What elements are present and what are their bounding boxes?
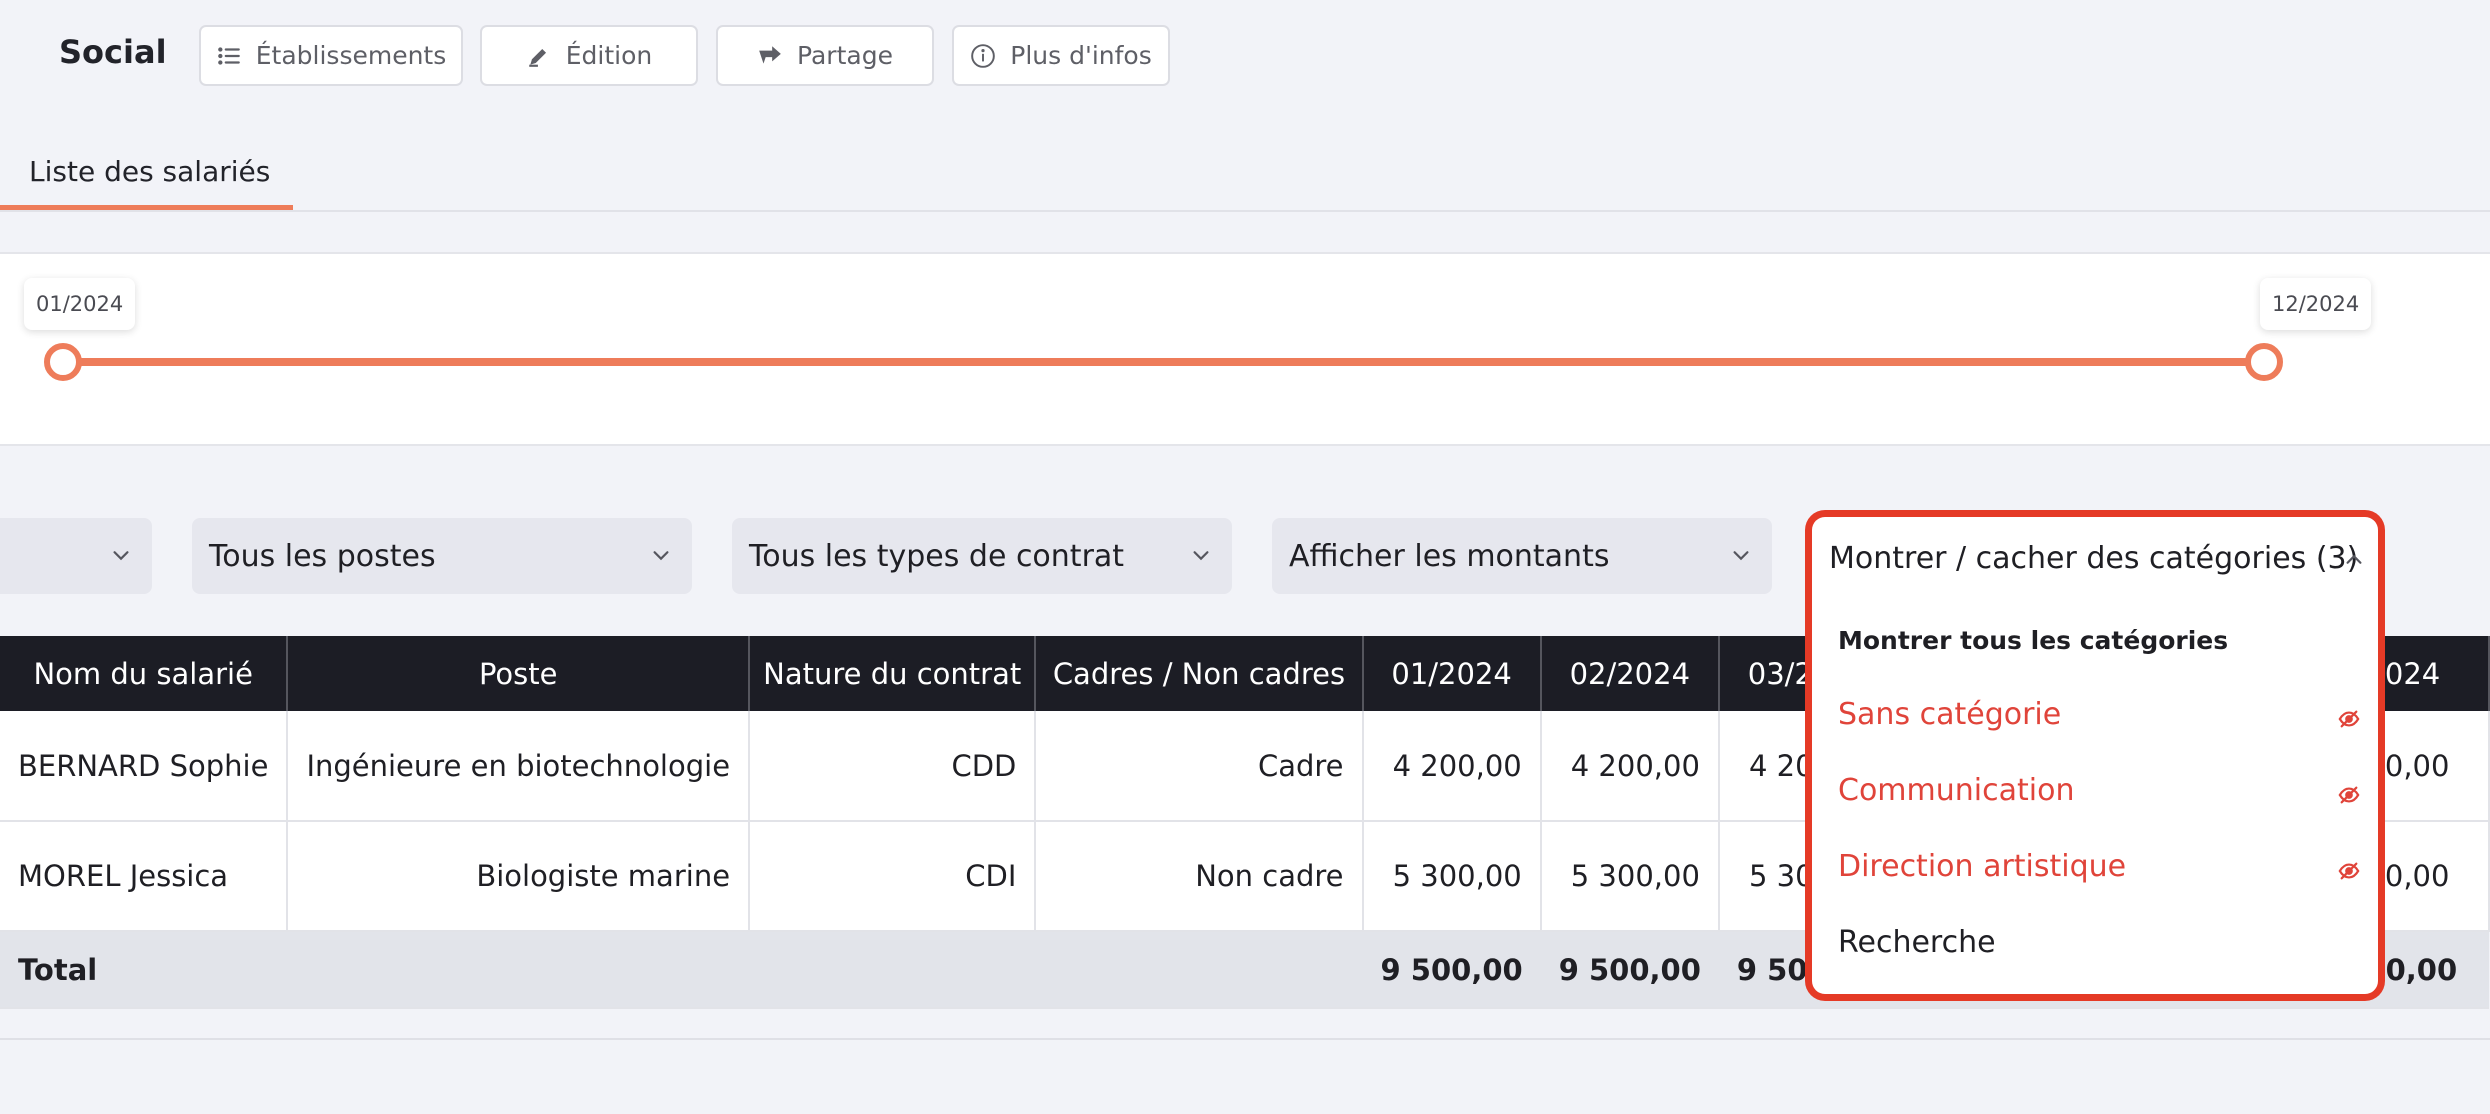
cell-status: Cadre [1035,711,1364,822]
column-header[interactable]: 02/2024 [1540,636,1720,711]
cell-name: MOREL Jessica [0,821,289,932]
category-option-direction-artistique[interactable]: Direction artistique [1838,849,2126,884]
tab-divider [0,210,2490,212]
top-bar: Social Établissements Édition Partage Pl… [0,0,2490,112]
establishments-button[interactable]: Établissements [199,25,463,86]
column-header[interactable]: Nature du contrat [749,636,1037,711]
slider-start-tooltip: 01/2024 [24,278,136,330]
filter-select-contrats[interactable]: Tous les types de contrat [732,518,1232,594]
more-info-button[interactable]: Plus d'infos [952,25,1170,86]
total-cell [749,931,1036,1009]
filter-postes-value: Tous les postes [209,538,436,574]
bottom-divider [0,1038,2490,1040]
cell-amount: 4 200,00 [1540,711,1720,822]
edit-button[interactable]: Édition [480,25,698,86]
filter-contrats-value: Tous les types de contrat [749,538,1125,574]
cell-contract: CDI [749,821,1037,932]
total-amount: 9 500,00 [1540,931,1719,1009]
cell-poste: Ingénieure en biotechnologie [287,711,751,822]
column-header[interactable]: Poste [287,636,751,711]
share-icon [757,43,783,69]
chevron-down-icon [650,544,672,566]
eye-off-icon[interactable] [2338,860,2360,882]
filter-categories-value: Montrer / cacher des catégories (3) [1829,541,2359,576]
show-all-categories-option[interactable]: Montrer tous les catégories [1838,626,2228,655]
slider-end-tooltip: 12/2024 [2260,278,2372,330]
filter-select-montants[interactable]: Afficher les montants [1272,518,1772,594]
slider-end-handle[interactable] [2245,343,2283,381]
column-header[interactable]: 01/2024 [1362,636,1542,711]
share-button[interactable]: Partage [716,25,934,86]
total-cell [287,931,750,1009]
filter-select-categories[interactable]: Montrer / cacher des catégories (3) [1805,510,2385,600]
cell-name: BERNARD Sophie [0,711,289,822]
cell-amount: 5 300,00 [1362,821,1542,932]
cell-amount: 5 300,00 [1540,821,1720,932]
filter-montants-value: Afficher les montants [1289,538,1610,574]
info-icon [970,43,996,69]
slider-start-handle[interactable] [44,343,82,381]
tab-employee-list[interactable]: Liste des salariés [0,132,293,210]
eye-off-icon[interactable] [2338,708,2360,730]
filter-select-first[interactable] [0,518,152,594]
category-option-communication[interactable]: Communication [1838,773,2074,808]
column-header[interactable]: Nom du salarié [0,636,289,711]
category-option-recherche[interactable]: Recherche [1838,925,1996,960]
total-label: Total [0,931,288,1009]
cell-contract: CDD [749,711,1037,822]
total-amount: 9 500,00 [1362,931,1541,1009]
categories-dropdown-menu: Montrer tous les catégories Sans catégor… [1805,594,2385,1001]
more-info-label: Plus d'infos [1010,41,1152,70]
share-label: Partage [797,41,893,70]
pen-icon [526,43,552,69]
edit-label: Édition [565,41,653,70]
cell-amount: 4 200,00 [1362,711,1542,822]
category-option-sans-categorie[interactable]: Sans catégorie [1838,697,2061,732]
establishments-label: Établissements [255,41,447,70]
cell-poste: Biologiste marine [287,821,751,932]
column-header[interactable]: Cadres / Non cadres [1035,636,1364,711]
page-title: Social [59,33,167,71]
slider-track[interactable] [63,358,2265,366]
list-icon [216,43,242,69]
chevron-down-icon [1730,544,1752,566]
total-cell [1035,931,1363,1009]
eye-off-icon[interactable] [2338,784,2360,806]
period-slider-panel [0,252,2490,446]
chevron-up-icon [2343,549,2365,571]
chevron-down-icon [110,544,132,566]
cell-status: Non cadre [1035,821,1364,932]
chevron-down-icon [1190,544,1212,566]
filter-select-postes[interactable]: Tous les postes [192,518,692,594]
